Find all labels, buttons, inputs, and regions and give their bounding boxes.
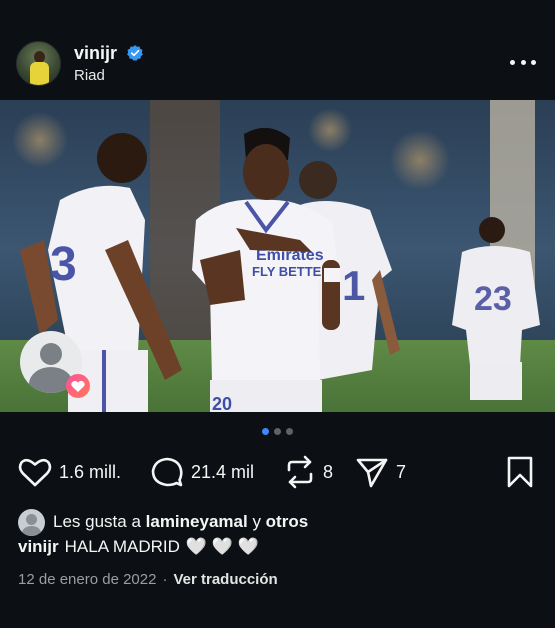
avatar-shirt [30,62,49,85]
likes-summary[interactable]: Les gusta a lamineyamal y otros [18,508,308,536]
share-count: 7 [396,461,407,482]
carousel-dot[interactable] [286,428,293,435]
repost-count: 8 [323,461,334,482]
avatar-placeholder-head [40,343,62,365]
svg-text:3: 3 [50,238,77,291]
svg-text:23: 23 [474,280,512,318]
action-bar: 1.6 mill. 21.4 mil 8 7 [0,452,555,492]
caption-username[interactable]: vinijr [18,537,59,557]
more-dot [520,59,526,65]
send-icon [356,458,388,488]
carousel-dot[interactable] [274,428,281,435]
share-button[interactable]: 7 [355,452,406,492]
comment-count: 21.4 mil [191,461,255,482]
comment-button[interactable]: 21.4 mil [150,452,254,492]
caption-text: HALA MADRID [64,537,180,556]
post-location[interactable]: Riad [74,67,105,84]
svg-text:FLY BETTER: FLY BETTER [252,264,331,279]
bookmark-icon[interactable] [506,455,534,489]
meta-separator: · [162,571,168,588]
more-dot [531,59,536,65]
svg-text:1: 1 [342,262,365,309]
likes-others[interactable]: otros [266,512,309,532]
verified-badge-icon [127,45,143,61]
heart-badge-icon [66,374,90,398]
post-photo[interactable]: 23 1 3 Emirates FLY BETTER 20 [0,100,555,412]
caption-hearts: 🤍 🤍 🤍 [185,537,259,556]
svg-text:20: 20 [212,394,232,412]
like-count: 1.6 mill. [59,461,122,482]
post-username[interactable]: vinijr [74,43,117,64]
likes-prefix: Les gusta a [53,512,141,531]
repost-button[interactable]: 8 [284,452,333,492]
translate-link[interactable]: Ver traducción [173,571,277,588]
repost-icon [287,455,313,489]
like-button[interactable]: 1.6 mill. [18,452,121,492]
heart-icon [18,458,52,487]
post-date: 12 de enero de 2022 [18,571,157,588]
carousel-dot-active[interactable] [262,428,269,435]
photo-illustration: 23 1 3 Emirates FLY BETTER 20 [0,100,555,412]
carousel-indicator [0,428,555,438]
liker-avatar [18,508,45,536]
likes-joiner: y [252,512,261,531]
more-dot [510,59,515,65]
post-header: vinijr Riad [0,0,555,100]
post-meta: 12 de enero de 2022 · Ver traducción [18,571,278,588]
profile-avatar[interactable] [16,41,61,86]
post-caption: vinijr HALA MADRID 🤍 🤍 🤍 [18,537,259,557]
comment-icon [151,457,183,487]
more-options-icon[interactable] [510,52,536,72]
liker-username[interactable]: lamineyamal [146,512,248,532]
